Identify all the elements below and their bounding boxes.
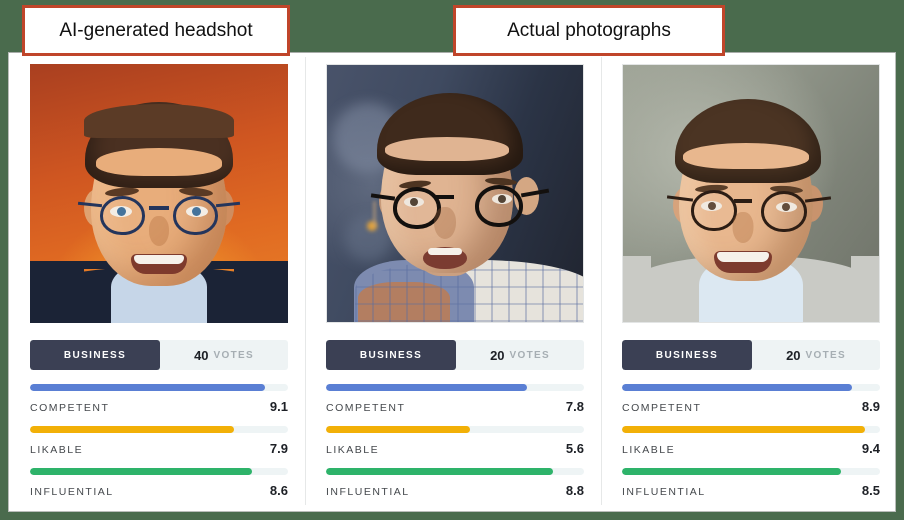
- trait-progress-fill: [326, 426, 471, 433]
- callout-actual-photographs: Actual photographs: [453, 5, 725, 56]
- trait-likable: LIKABLE 7.9: [30, 426, 288, 456]
- trait-label: COMPETENT: [622, 402, 702, 414]
- headshot-card[interactable]: BUSINESS 40 VOTES COMPETENT 9.1 LIKABLE …: [9, 53, 305, 511]
- trait-score: 8.9: [861, 399, 880, 414]
- votes-display: 20 VOTES: [752, 340, 880, 370]
- trait-score: 9.4: [861, 441, 880, 456]
- trait-score: 8.5: [861, 483, 880, 498]
- trait-score: 5.6: [565, 441, 584, 456]
- trait-progress-track: [30, 384, 288, 391]
- votes-count: 40: [194, 347, 209, 363]
- screenshot-stage: BUSINESS 40 VOTES COMPETENT 9.1 LIKABLE …: [0, 0, 904, 520]
- trait-list: COMPETENT 7.8 LIKABLE 5.6 INFLUENTIAL 8.…: [326, 384, 584, 498]
- trait-competent: COMPETENT 8.9: [622, 384, 880, 414]
- trait-progress-fill: [30, 384, 265, 391]
- trait-list: COMPETENT 8.9 LIKABLE 9.4 INFLUENTIAL 8.…: [622, 384, 880, 498]
- trait-influential: INFLUENTIAL 8.8: [326, 468, 584, 498]
- trait-influential: INFLUENTIAL 8.5: [622, 468, 880, 498]
- trait-progress-track: [326, 468, 584, 475]
- trait-label: INFLUENTIAL: [30, 486, 114, 498]
- portrait-image-actual-studio: [622, 64, 880, 323]
- votes-label: VOTES: [509, 349, 550, 361]
- trait-score: 7.9: [269, 441, 288, 456]
- trait-competent: COMPETENT 9.1: [30, 384, 288, 414]
- headshot-card[interactable]: BUSINESS 20 VOTES COMPETENT 7.8 LIKABLE …: [305, 53, 601, 511]
- votes-label: VOTES: [213, 349, 254, 361]
- trait-progress-track: [622, 384, 880, 391]
- category-badge[interactable]: BUSINESS: [622, 340, 752, 370]
- trait-label: INFLUENTIAL: [622, 486, 706, 498]
- results-panel: BUSINESS 40 VOTES COMPETENT 9.1 LIKABLE …: [8, 52, 896, 512]
- votes-count: 20: [786, 347, 801, 363]
- trait-score: 8.8: [565, 483, 584, 498]
- trait-progress-track: [622, 468, 880, 475]
- trait-label: LIKABLE: [30, 444, 84, 456]
- trait-score: 8.6: [269, 483, 288, 498]
- trait-progress-fill: [30, 468, 252, 475]
- category-votes-bar: BUSINESS 20 VOTES: [326, 340, 584, 370]
- trait-label: INFLUENTIAL: [326, 486, 410, 498]
- trait-progress-fill: [622, 426, 865, 433]
- trait-progress-track: [326, 426, 584, 433]
- category-badge[interactable]: BUSINESS: [326, 340, 456, 370]
- trait-label: COMPETENT: [326, 402, 406, 414]
- trait-label: LIKABLE: [326, 444, 380, 456]
- trait-score: 7.8: [565, 399, 584, 414]
- trait-list: COMPETENT 9.1 LIKABLE 7.9 INFLUENTIAL 8.…: [30, 384, 288, 498]
- trait-progress-fill: [326, 468, 554, 475]
- category-votes-bar: BUSINESS 40 VOTES: [30, 340, 288, 370]
- trait-likable: LIKABLE 5.6: [326, 426, 584, 456]
- trait-progress-track: [622, 426, 880, 433]
- votes-display: 40 VOTES: [160, 340, 288, 370]
- trait-progress-fill: [622, 384, 852, 391]
- trait-label: LIKABLE: [622, 444, 676, 456]
- callout-ai-generated: AI-generated headshot: [22, 5, 290, 56]
- category-badge[interactable]: BUSINESS: [30, 340, 160, 370]
- votes-count: 20: [490, 347, 505, 363]
- trait-progress-fill: [622, 468, 842, 475]
- category-votes-bar: BUSINESS 20 VOTES: [622, 340, 880, 370]
- trait-influential: INFLUENTIAL 8.6: [30, 468, 288, 498]
- trait-progress-fill: [326, 384, 528, 391]
- trait-progress-track: [30, 426, 288, 433]
- votes-label: VOTES: [805, 349, 846, 361]
- trait-progress-fill: [30, 426, 234, 433]
- portrait-image-ai-generated: [30, 64, 288, 323]
- headshot-card-list: BUSINESS 40 VOTES COMPETENT 9.1 LIKABLE …: [9, 53, 897, 511]
- trait-competent: COMPETENT 7.8: [326, 384, 584, 414]
- trait-label: COMPETENT: [30, 402, 110, 414]
- trait-progress-track: [30, 468, 288, 475]
- votes-display: 20 VOTES: [456, 340, 584, 370]
- trait-progress-track: [326, 384, 584, 391]
- trait-likable: LIKABLE 9.4: [622, 426, 880, 456]
- portrait-image-actual-stage: [326, 64, 584, 323]
- headshot-card[interactable]: BUSINESS 20 VOTES COMPETENT 8.9 LIKABLE …: [601, 53, 897, 511]
- trait-score: 9.1: [269, 399, 288, 414]
